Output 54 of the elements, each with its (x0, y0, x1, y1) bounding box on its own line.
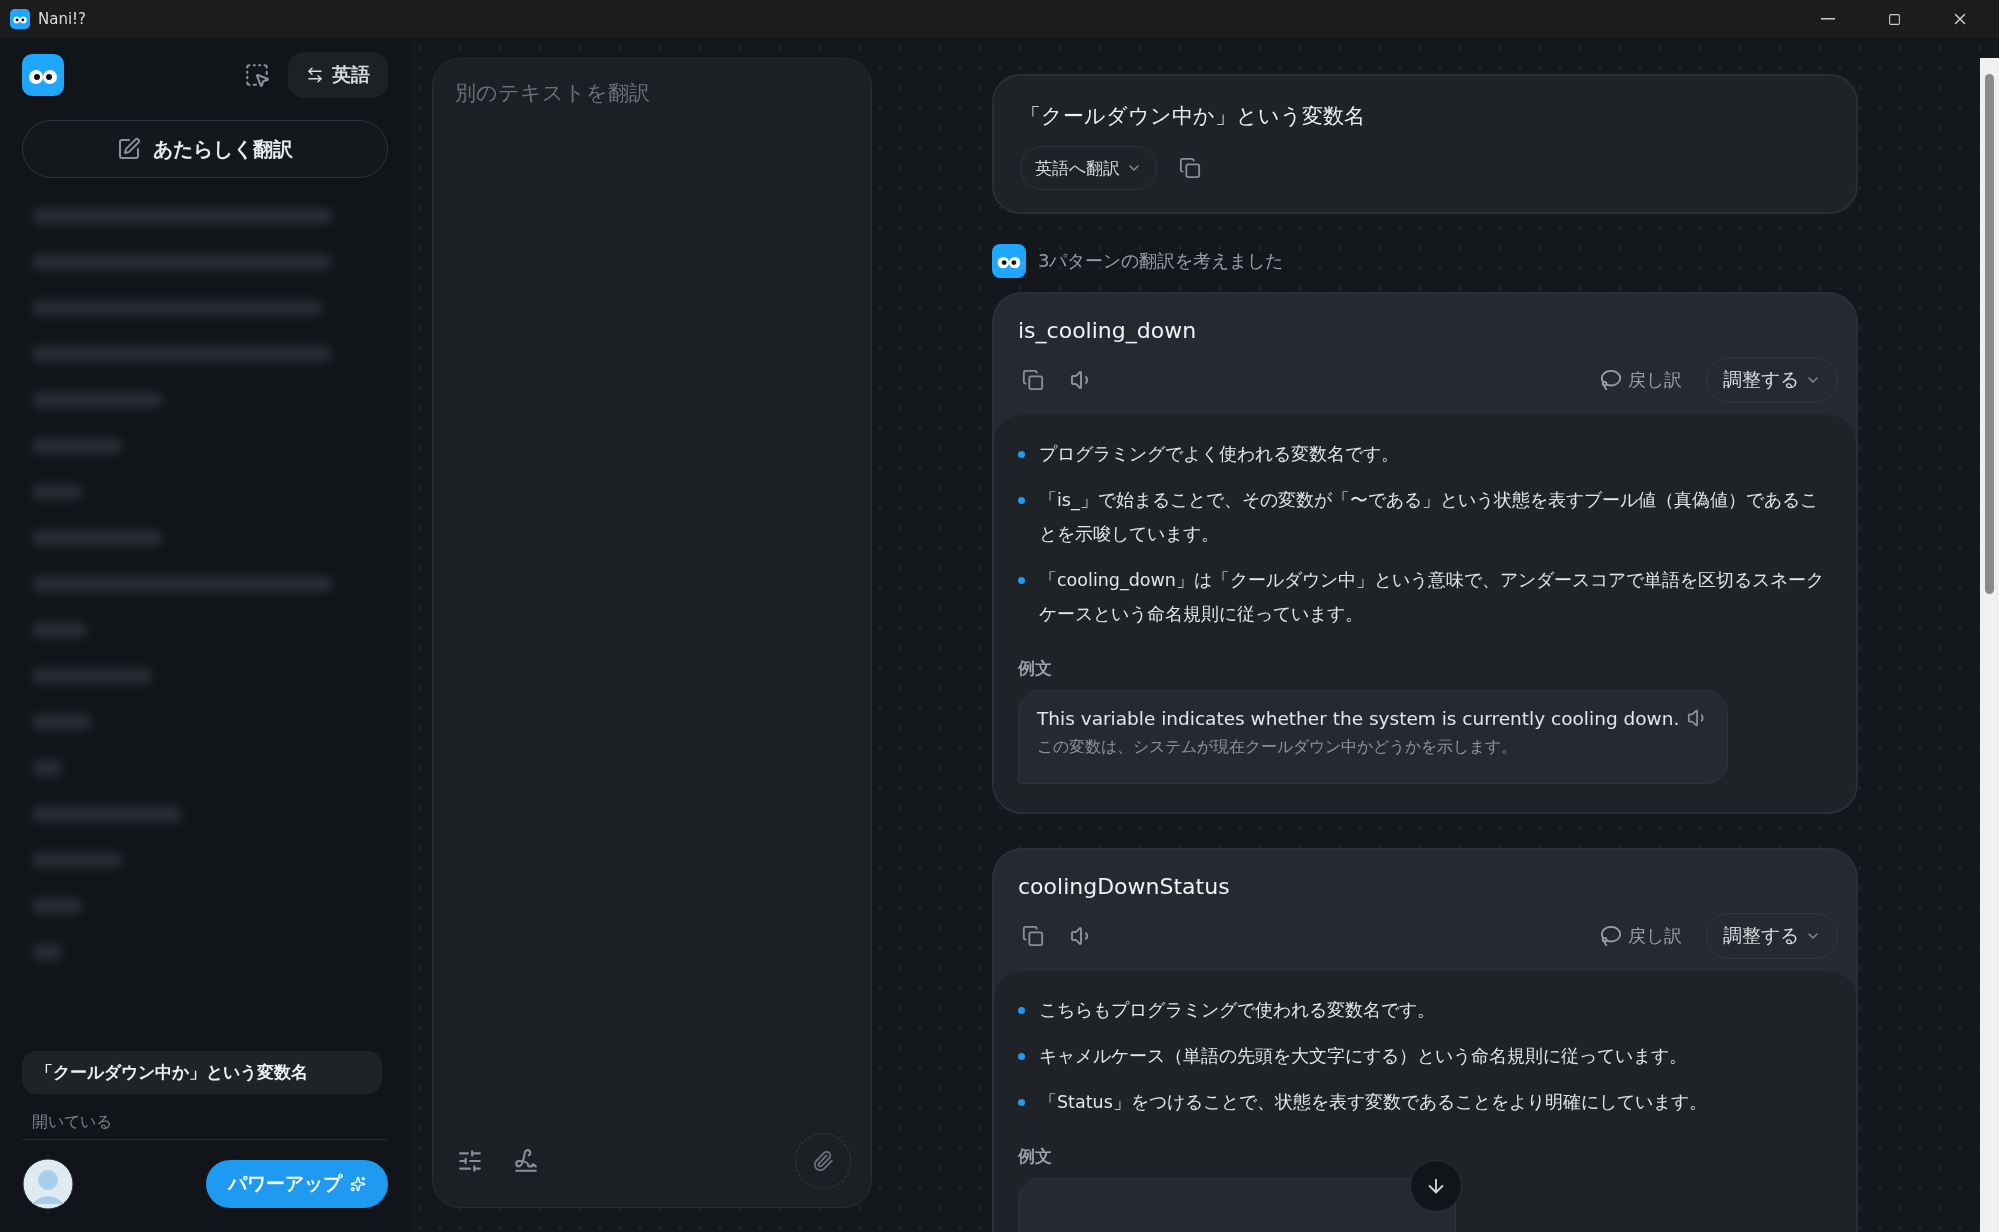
bullet-icon (1018, 1099, 1025, 1106)
example-label: 例文 (1018, 657, 1053, 680)
screen-select-icon (244, 62, 270, 88)
lasso-icon (1600, 369, 1622, 391)
input-panel[interactable]: 別のテキストを翻訳 (432, 58, 872, 1208)
window-title: Nani!? (38, 10, 88, 28)
edit-icon (117, 137, 141, 161)
bullet-icon (1018, 1007, 1025, 1014)
blurred-history-item (32, 760, 62, 776)
copy-icon (1022, 369, 1044, 391)
app-logo-icon (10, 9, 30, 29)
paperclip-icon (812, 1150, 834, 1172)
scrollbar[interactable] (1980, 58, 1999, 1232)
maximize-icon (1887, 12, 1901, 26)
assistant-logo-icon (992, 244, 1026, 278)
swap-icon (306, 66, 324, 84)
explanation-note: こちらもプログラミングで使われる変数名です。 (1039, 999, 1435, 1022)
sparkle-icon (350, 1176, 366, 1192)
explanation-note: 「cooling_down」は「クールダウン中」という意味で、アンダースコアで単語を区切るスネークケースという命名規則に従っています。 (1039, 569, 1825, 626)
blurred-history-item (32, 898, 82, 914)
source-text: 「クールダウン中か」という変数名 (1020, 103, 1366, 130)
language-button[interactable]: 英語 (288, 52, 388, 98)
explanation-note: 「Status」をつけることで、状態を表す変数であることをより明確にしています。 (1039, 1091, 1707, 1114)
back-translation-button[interactable]: 戻し訳 (1594, 923, 1688, 949)
example-label: 例文 (1018, 1145, 1053, 1168)
bullet-icon (1018, 577, 1025, 584)
bullet-icon (1018, 497, 1025, 504)
blurred-history-item (32, 622, 87, 638)
example-sentence: This variable indicates whether the system is currently cooling down. (1037, 707, 1710, 729)
copy-icon (1022, 925, 1044, 947)
sliders-icon (457, 1148, 483, 1174)
back-translation-button[interactable]: 戻し訳 (1594, 367, 1688, 393)
explanation-note: 「is_」で始まることで、その変数が「〜である」という状態を表すブール値（真偽値）であることを示唆しています。 (1039, 489, 1819, 546)
explanation-note: キャメルケース（単語の先頭を大文字にする）という命名規則に従っています。 (1039, 1045, 1687, 1068)
new-translation-button[interactable]: あたらしく翻訳 (22, 120, 388, 178)
avatar-icon (22, 1158, 74, 1210)
app-logo-icon (22, 54, 64, 96)
explanation-note: プログラミングでよく使われる変数名です。 (1039, 443, 1399, 466)
example-translation: この変数は、システムが現在クールダウン中かどうかを示します。 (1037, 737, 1518, 758)
blurred-history-item (32, 714, 92, 730)
history-item[interactable]: 「クールダウン中か」という変数名 (22, 1051, 382, 1094)
translation-term: coolingDownStatus (1017, 873, 1231, 899)
copy-icon (1179, 157, 1201, 179)
lasso-icon (1600, 925, 1622, 947)
bullet-icon (1018, 1053, 1025, 1060)
signature-icon (513, 1148, 539, 1174)
blurred-history-item (32, 944, 62, 960)
minimize-icon (1821, 18, 1835, 20)
blurred-history-item (32, 484, 82, 500)
result-summary: 3パターンの翻訳を考えました (1038, 249, 1284, 273)
input-field[interactable]: 別のテキストを翻訳 (453, 77, 851, 1133)
translation-term: is_cooling_down (1017, 317, 1198, 343)
bullet-icon (1018, 451, 1025, 458)
open-label: 開いている (22, 1094, 388, 1140)
